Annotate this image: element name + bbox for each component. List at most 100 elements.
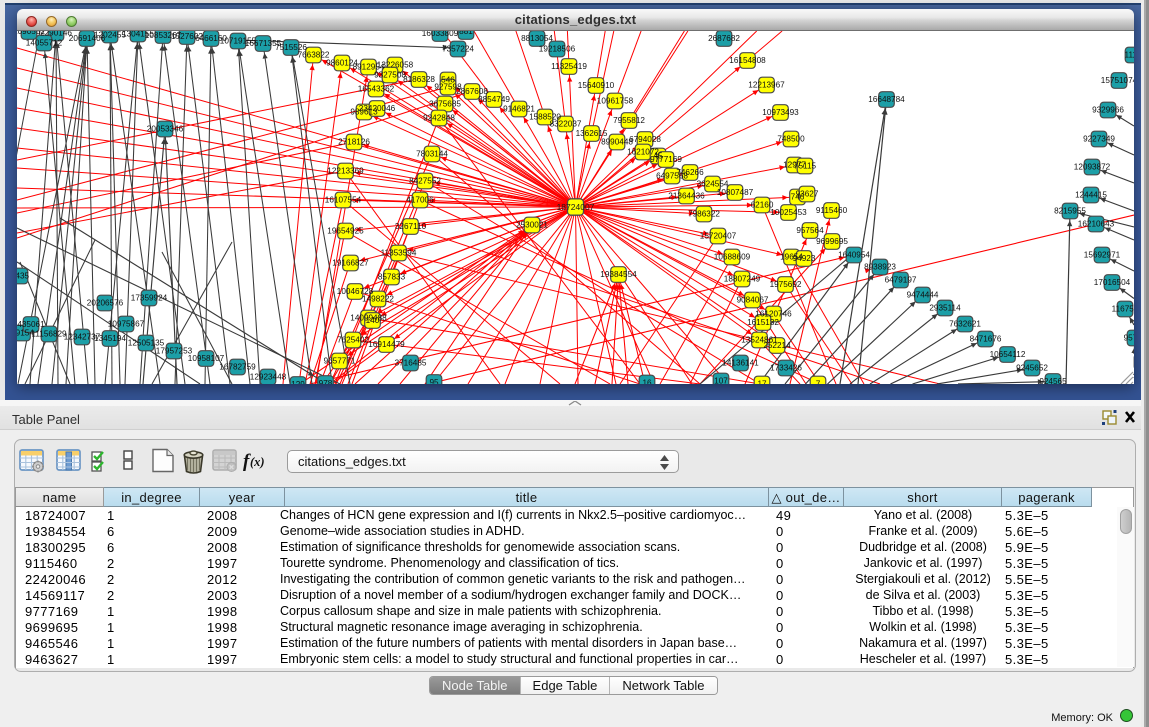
svg-text:17016504: 17016504 — [1094, 278, 1131, 287]
svg-text:(x): (x) — [250, 455, 265, 469]
svg-text:10654112: 10654112 — [990, 350, 1026, 359]
svg-text:8854749: 8854749 — [478, 95, 510, 104]
svg-text:16: 16 — [642, 379, 652, 384]
svg-text:1975692: 1975692 — [770, 280, 802, 289]
svg-text:18807249: 18807249 — [724, 275, 761, 284]
svg-text:924565: 924565 — [1039, 377, 1067, 384]
svg-text:9084067: 9084067 — [737, 296, 769, 305]
svg-text:10025453: 10025453 — [770, 208, 807, 217]
svg-text:16033809: 16033809 — [422, 31, 459, 38]
svg-text:20053346: 20053346 — [147, 125, 184, 134]
svg-text:8186328: 8186328 — [403, 75, 435, 84]
svg-text:9699695: 9699695 — [816, 237, 848, 246]
svg-text:16210643: 16210643 — [1078, 220, 1115, 229]
svg-text:15640910: 15640910 — [578, 81, 615, 90]
svg-text:16648784: 16648784 — [868, 95, 905, 104]
svg-text:16107554: 16107554 — [325, 196, 362, 205]
svg-text:3716485: 3716485 — [395, 359, 427, 368]
svg-text:8215955: 8215955 — [1054, 207, 1086, 216]
svg-text:9435: 9435 — [17, 272, 30, 281]
svg-text:18724007: 18724007 — [557, 202, 595, 212]
svg-text:6479197: 6479197 — [885, 276, 917, 285]
svg-text:881: 881 — [459, 31, 473, 36]
svg-text:107: 107 — [714, 377, 728, 384]
svg-text:14136141: 14136141 — [722, 359, 759, 368]
svg-text:10688609: 10688609 — [714, 253, 751, 262]
svg-text:7625402: 7625402 — [337, 336, 369, 345]
svg-text:75115: 75115 — [794, 162, 817, 171]
svg-text:1244415: 1244415 — [1075, 191, 1107, 200]
svg-text:129: 129 — [291, 380, 305, 384]
svg-text:19654925: 19654925 — [327, 227, 364, 236]
svg-text:15720407: 15720407 — [700, 232, 737, 241]
svg-text:1345194: 1345194 — [94, 334, 126, 343]
svg-text:1615132: 1615132 — [747, 318, 779, 327]
svg-text:9245652: 9245652 — [1016, 364, 1048, 373]
svg-text:9227349: 9227349 — [1083, 135, 1115, 144]
svg-text:2687682: 2687682 — [708, 34, 740, 43]
svg-text:8322037: 8322037 — [550, 120, 582, 129]
svg-text:7803144: 7803144 — [416, 150, 448, 159]
svg-text:10807487: 10807487 — [717, 188, 754, 197]
svg-text:19166827: 19166827 — [332, 259, 369, 268]
svg-text:1733426: 1733426 — [770, 364, 802, 373]
svg-text:9327508: 9327508 — [374, 71, 406, 80]
svg-text:9657771: 9657771 — [324, 357, 356, 366]
svg-text:10975867: 10975867 — [108, 320, 145, 329]
svg-text:7357224: 7357224 — [442, 45, 474, 54]
svg-text:17: 17 — [757, 380, 767, 384]
svg-text:17359924: 17359924 — [131, 294, 168, 303]
svg-text:1640954: 1640954 — [838, 251, 870, 260]
svg-text:116753: 116753 — [1112, 305, 1134, 314]
svg-text:14055712: 14055712 — [26, 39, 63, 48]
svg-text:10973493: 10973493 — [762, 108, 799, 117]
svg-text:7986322: 7986322 — [688, 210, 720, 219]
svg-text:140: 140 — [366, 316, 380, 325]
svg-text:16782759: 16782759 — [219, 363, 256, 372]
svg-text:12213369: 12213369 — [327, 167, 364, 176]
svg-text:957564: 957564 — [796, 226, 824, 235]
svg-text:8938923: 8938923 — [864, 263, 896, 272]
svg-text:12213967: 12213967 — [748, 81, 785, 90]
svg-text:7: 7 — [816, 380, 821, 384]
svg-text:9242848: 9242848 — [423, 114, 455, 123]
svg-text:1112: 1112 — [1125, 51, 1135, 60]
svg-text:16543362: 16543362 — [358, 85, 395, 94]
svg-text:8471676: 8471676 — [970, 335, 1002, 344]
svg-text:8813054: 8813054 — [521, 34, 553, 43]
svg-text:746266: 746266 — [676, 168, 704, 177]
svg-text:10961758: 10961758 — [597, 97, 634, 106]
svg-text:23420046: 23420046 — [359, 104, 396, 113]
svg-text:978: 978 — [319, 379, 333, 384]
svg-text:9777169: 9777169 — [650, 155, 682, 164]
svg-text:16914479: 16914479 — [368, 340, 405, 349]
svg-text:2718126: 2718126 — [338, 138, 370, 147]
svg-text:11353594: 11353594 — [381, 249, 417, 258]
svg-text:3267110: 3267110 — [395, 222, 427, 231]
svg-text:7663822: 7663822 — [298, 51, 330, 60]
svg-text:1498222: 1498222 — [362, 295, 394, 304]
svg-text:19384554: 19384554 — [600, 270, 637, 279]
svg-text:7632621: 7632621 — [949, 320, 981, 329]
svg-text:12093872: 12093872 — [1074, 163, 1111, 172]
svg-text:21364436: 21364436 — [668, 192, 705, 201]
svg-text:435061: 435061 — [17, 320, 45, 329]
svg-text:252214: 252214 — [763, 341, 791, 350]
svg-text:94923: 94923 — [793, 254, 816, 263]
svg-text:95753: 95753 — [1124, 334, 1134, 343]
svg-text:9329966: 9329966 — [1092, 106, 1124, 115]
svg-text:11156829: 11156829 — [31, 330, 67, 339]
svg-text:16154808: 16154808 — [729, 56, 766, 65]
svg-text:2290146: 2290146 — [40, 31, 72, 38]
svg-text:7955812: 7955812 — [613, 116, 645, 125]
svg-text:9474444: 9474444 — [907, 291, 939, 300]
svg-text:857833: 857833 — [378, 273, 406, 282]
svg-text:8427552: 8427552 — [409, 177, 441, 186]
svg-text:417006: 417006 — [406, 196, 434, 205]
svg-text:748500: 748500 — [777, 135, 805, 144]
svg-text:2935114: 2935114 — [929, 304, 961, 313]
svg-text:6794028: 6794028 — [629, 135, 661, 144]
svg-text:11325419: 11325419 — [551, 62, 587, 71]
svg-text:2530021: 2530021 — [516, 221, 548, 230]
svg-text:12923448: 12923448 — [250, 373, 287, 382]
